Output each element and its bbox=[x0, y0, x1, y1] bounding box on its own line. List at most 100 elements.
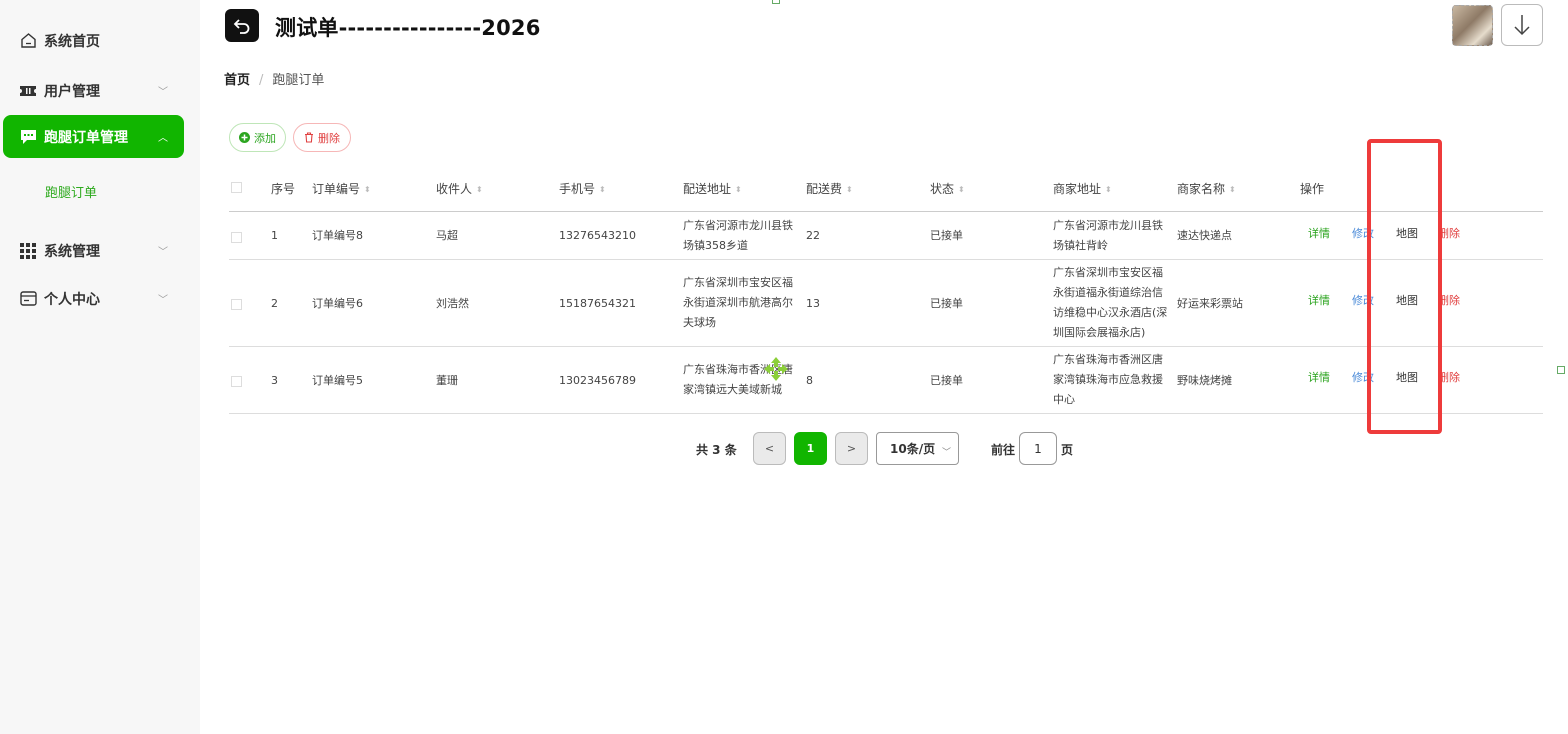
next-page-button[interactable]: > bbox=[835, 432, 868, 465]
goto-label: 前往 bbox=[991, 443, 1016, 457]
prev-page-button[interactable]: < bbox=[753, 432, 786, 465]
edit-link[interactable]: 修改 bbox=[1352, 224, 1374, 244]
sidebar-item-label: 用户管理 bbox=[44, 83, 100, 100]
delete-link[interactable]: 删除 bbox=[1438, 368, 1460, 388]
table-row: 2 订单编号6 刘浩然 15187654321 广东省深圳市宝安区福 永街道深圳市… bbox=[229, 260, 1543, 347]
select-all-checkbox[interactable] bbox=[231, 182, 242, 193]
page-size-select[interactable]: 10条/页 ﹀ bbox=[876, 432, 959, 465]
cell-phone: 13276543210 bbox=[559, 229, 636, 242]
page-title: 测试单----------------2026 bbox=[275, 16, 541, 40]
column-header-recipient[interactable]: 收件人 ⬍ bbox=[436, 180, 483, 197]
resize-handle[interactable] bbox=[1557, 366, 1565, 374]
cell-phone: 15187654321 bbox=[559, 297, 636, 310]
column-header-address[interactable]: 配送地址 ⬍ bbox=[683, 180, 742, 197]
resize-handle[interactable] bbox=[772, 0, 780, 4]
sidebar-item-label: 系统首页 bbox=[44, 33, 100, 50]
page-number-current[interactable]: 1 bbox=[794, 432, 827, 465]
row-checkbox[interactable] bbox=[231, 299, 242, 310]
sidebar: 系统首页 用户管理 ﹀ 跑腿订单管理 ︿ 跑腿订单 系统管理 ﹀ 个人中心 ﹀ bbox=[0, 0, 200, 734]
arrow-down-icon bbox=[1514, 15, 1530, 36]
breadcrumb-separator: / bbox=[259, 73, 264, 88]
home-icon bbox=[19, 32, 37, 50]
avatar[interactable] bbox=[1452, 5, 1493, 46]
chevron-up-icon: ︿ bbox=[158, 133, 168, 144]
pagination-total: 共 3 条 bbox=[696, 443, 737, 457]
column-header-order-no[interactable]: 订单编号 ⬍ bbox=[312, 180, 371, 197]
breadcrumb-home[interactable]: 首页 bbox=[224, 73, 250, 88]
sidebar-item-errand-orders[interactable]: 跑腿订单管理 ︿ bbox=[3, 115, 184, 158]
column-header-index: 序号 bbox=[271, 182, 296, 196]
cell-fee: 22 bbox=[806, 229, 820, 242]
cell-address: 广东省深圳市宝安区福 永街道深圳市航港高尔 夫球场 bbox=[683, 276, 793, 329]
pagination: 共 3 条 < 1 > 10条/页 ﹀ 前往 页 bbox=[200, 432, 1568, 466]
delete-button[interactable]: 删除 bbox=[293, 123, 351, 152]
cell-status: 已接单 bbox=[930, 229, 963, 242]
sort-icon[interactable]: ⬍ bbox=[958, 185, 965, 194]
column-header-shop-name[interactable]: 商家名称 ⬍ bbox=[1177, 180, 1236, 197]
sort-icon[interactable]: ⬍ bbox=[1105, 185, 1112, 194]
sidebar-subitem-errand-order[interactable]: 跑腿订单 bbox=[45, 182, 97, 201]
cell-recipient: 刘浩然 bbox=[436, 297, 469, 310]
cell-shop-address: 广东省深圳市宝安区福 永街道福永街道综治信 访维稳中心汉永酒店(深 圳国际会展福永店) bbox=[1053, 266, 1168, 339]
cell-status: 已接单 bbox=[930, 297, 963, 310]
column-header-shop-address[interactable]: 商家地址 ⬍ bbox=[1053, 180, 1112, 197]
detail-link[interactable]: 详情 bbox=[1308, 291, 1330, 311]
plus-circle-icon bbox=[239, 132, 250, 143]
trash-icon bbox=[305, 132, 313, 143]
cell-status: 已接单 bbox=[930, 374, 963, 387]
ticket-icon bbox=[19, 82, 37, 100]
sort-icon[interactable]: ⬍ bbox=[364, 185, 371, 194]
cell-order-no: 订单编号6 bbox=[312, 297, 363, 310]
cell-recipient: 董珊 bbox=[436, 374, 458, 387]
cell-shop-address: 广东省河源市龙川县铁 场镇社背岭 bbox=[1053, 219, 1163, 252]
column-header-status[interactable]: 状态 ⬍ bbox=[930, 180, 965, 197]
cell-phone: 13023456789 bbox=[559, 374, 636, 387]
back-button[interactable] bbox=[225, 9, 259, 42]
edit-link[interactable]: 修改 bbox=[1352, 368, 1374, 388]
sort-icon[interactable]: ⬍ bbox=[1229, 185, 1236, 194]
row-checkbox[interactable] bbox=[231, 232, 242, 243]
sidebar-item-profile[interactable]: 个人中心 ﹀ bbox=[3, 277, 184, 320]
map-link[interactable]: 地图 bbox=[1396, 224, 1418, 244]
cell-index: 2 bbox=[271, 297, 278, 310]
table-row: 1 订单编号8 马超 13276543210 广东省河源市龙川县铁 场镇358乡道… bbox=[229, 212, 1543, 260]
back-arrow-icon bbox=[233, 18, 250, 34]
chat-icon bbox=[19, 128, 37, 146]
cell-shop-name: 野味烧烤摊 bbox=[1177, 374, 1232, 387]
cell-order-no: 订单编号5 bbox=[312, 374, 363, 387]
sidebar-item-system[interactable]: 系统管理 ﹀ bbox=[3, 229, 184, 272]
sidebar-item-label: 跑腿订单管理 bbox=[44, 129, 128, 146]
goto-page-input[interactable] bbox=[1019, 432, 1057, 465]
column-header-fee[interactable]: 配送费 ⬍ bbox=[806, 180, 853, 197]
map-link[interactable]: 地图 bbox=[1396, 291, 1418, 311]
detail-link[interactable]: 详情 bbox=[1308, 368, 1330, 388]
breadcrumb-current: 跑腿订单 bbox=[272, 73, 325, 88]
table-header: 序号 订单编号 ⬍ 收件人 ⬍ 手机号 ⬍ 配送地址 ⬍ 配送费 ⬍ 状态 ⬍ 商家地址 ⬍ … bbox=[229, 168, 1543, 212]
delete-link[interactable]: 删除 bbox=[1438, 291, 1460, 311]
id-card-icon bbox=[19, 290, 37, 308]
sort-icon[interactable]: ⬍ bbox=[476, 185, 483, 194]
sort-icon[interactable]: ⬍ bbox=[599, 185, 606, 194]
delete-link[interactable]: 删除 bbox=[1438, 224, 1460, 244]
row-checkbox[interactable] bbox=[231, 376, 242, 387]
sort-icon[interactable]: ⬍ bbox=[846, 185, 853, 194]
add-button[interactable]: 添加 bbox=[229, 123, 286, 152]
sidebar-item-home[interactable]: 系统首页 bbox=[3, 19, 184, 62]
cell-index: 1 bbox=[271, 229, 278, 242]
breadcrumb: 首页 / 跑腿订单 bbox=[224, 69, 324, 88]
edit-link[interactable]: 修改 bbox=[1352, 291, 1374, 311]
download-button[interactable] bbox=[1501, 4, 1543, 46]
main-content: 测试单----------------2026 首页 / 跑腿订单 添加 删除 序号… bbox=[200, 0, 1568, 734]
chevron-down-icon: ﹀ bbox=[158, 247, 168, 258]
cell-order-no: 订单编号8 bbox=[312, 229, 363, 242]
delete-button-label: 删除 bbox=[318, 131, 340, 145]
sidebar-item-users[interactable]: 用户管理 ﹀ bbox=[3, 69, 184, 112]
page-size-value: 10条/页 bbox=[890, 442, 936, 456]
cell-shop-name: 速达快递点 bbox=[1177, 229, 1232, 242]
map-link[interactable]: 地图 bbox=[1396, 368, 1418, 388]
sort-icon[interactable]: ⬍ bbox=[735, 185, 742, 194]
detail-link[interactable]: 详情 bbox=[1308, 224, 1330, 244]
column-header-actions: 操作 bbox=[1300, 182, 1325, 196]
sidebar-item-label: 个人中心 bbox=[44, 291, 100, 308]
column-header-phone[interactable]: 手机号 ⬍ bbox=[559, 180, 606, 197]
